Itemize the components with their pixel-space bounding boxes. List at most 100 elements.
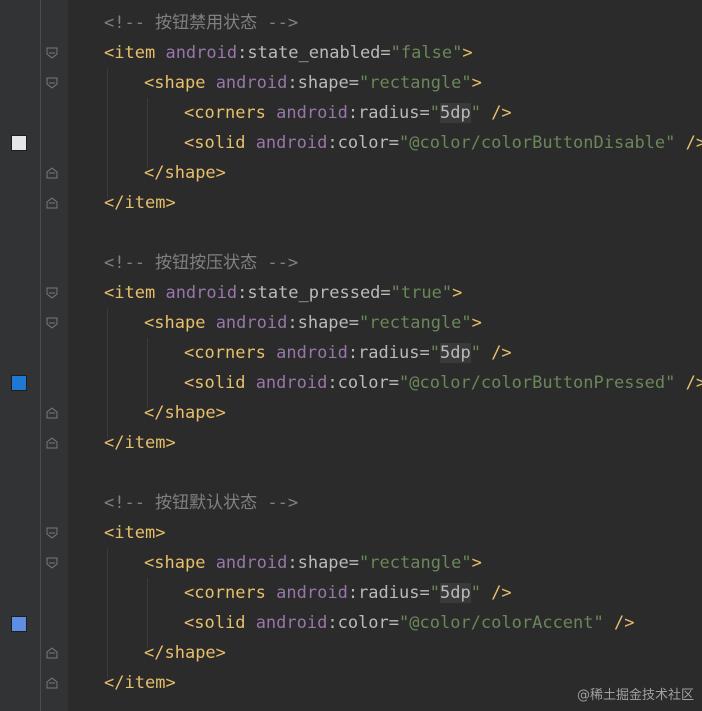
token-quote: " [441, 283, 453, 303]
code-line-corners: <corners android:radius="5dp" /> [184, 98, 512, 128]
token-equals: = [348, 73, 360, 93]
token-tag: shape [154, 313, 206, 333]
token-bracket: > [215, 643, 226, 663]
token-bracket: < [184, 613, 195, 633]
fold-open-icon[interactable] [46, 527, 58, 539]
token-namespace: android [255, 613, 328, 633]
token-tag: item [124, 673, 166, 693]
token-bracket: > [165, 193, 176, 213]
token-colon: : [327, 613, 338, 633]
token-attr: color [337, 613, 389, 633]
token-colon: : [327, 133, 338, 153]
token-colon: : [287, 73, 298, 93]
token-bracket: < [184, 103, 195, 123]
color-swatch-pressed[interactable] [11, 375, 27, 391]
token-end-open: </ [104, 433, 125, 453]
fold-close-icon[interactable] [46, 407, 58, 419]
token-namespace: android [255, 373, 328, 393]
token-tag: corners [194, 103, 266, 123]
color-swatch-disable[interactable] [11, 135, 27, 151]
token-tag: solid [194, 133, 246, 153]
token-namespace: android [276, 343, 348, 363]
token-attr: shape [297, 553, 349, 573]
code-line-shape-open: <shape android:shape="rectangle"> [144, 68, 482, 98]
fold-close-icon[interactable] [46, 167, 58, 179]
fold-open-icon[interactable] [46, 47, 58, 59]
code-line-shape-close: </shape> [144, 638, 226, 668]
token-quote: " [390, 283, 401, 303]
token-equals: = [419, 103, 430, 123]
token-value: rectangle [369, 73, 462, 93]
token-attr: shape [297, 73, 349, 93]
token-equals: = [419, 343, 430, 363]
token-colon: : [347, 343, 359, 363]
token-value: @color/colorButtonDisable [409, 133, 666, 153]
token-equals: = [380, 283, 391, 303]
token-value: rectangle [369, 313, 462, 333]
token-value: 5dp [439, 343, 471, 363]
token-bracket: > [471, 553, 482, 573]
fold-open-icon[interactable] [46, 287, 58, 299]
token-quote: " [390, 43, 401, 63]
token-bracket: < [184, 373, 195, 393]
token-bracket: < [144, 73, 155, 93]
token-quote: " [470, 583, 481, 603]
token-quote: " [461, 313, 472, 333]
fold-close-icon[interactable] [46, 437, 58, 449]
token-end-open: </ [104, 673, 125, 693]
token-quote: " [359, 73, 370, 93]
token-bracket: > [215, 163, 226, 183]
code-line-shape-close: </shape> [144, 398, 226, 428]
fold-open-icon[interactable] [46, 77, 58, 89]
fold-open-icon[interactable] [46, 317, 58, 329]
token-quote: " [470, 103, 481, 123]
token-attr: color [337, 373, 389, 393]
token-equals: = [388, 133, 400, 153]
token-bracket: < [184, 583, 195, 603]
token-quote: " [452, 43, 463, 63]
token-bracket: < [184, 343, 195, 363]
token-value: 5dp [439, 103, 471, 123]
code-line-corners: <corners android:radius="5dp" /> [184, 338, 512, 368]
token-tag: item [114, 43, 156, 63]
token-quote: " [665, 133, 676, 153]
fold-close-icon[interactable] [46, 677, 58, 689]
code-line-item-close: </item> [104, 188, 176, 218]
indent-guide [107, 68, 108, 198]
token-tag: shape [164, 643, 216, 663]
token-namespace: android [276, 583, 348, 603]
token-self-close: /> [685, 133, 702, 153]
gutter-divider [40, 0, 41, 711]
code-editor[interactable]: <!-- 按钮禁用状态 --> <item android:state_enab… [0, 0, 702, 711]
token-bracket: < [104, 523, 115, 543]
token-attr: radius [358, 583, 420, 603]
color-swatch-accent[interactable] [11, 616, 27, 632]
token-tag: solid [194, 613, 246, 633]
fold-close-icon[interactable] [46, 197, 58, 209]
token-bracket: < [104, 43, 115, 63]
token-tag: shape [154, 73, 206, 93]
token-value: @color/colorAccent [409, 613, 594, 633]
token-bracket: > [471, 73, 482, 93]
token-tag: corners [194, 583, 266, 603]
token-bracket: > [462, 43, 473, 63]
token-tag: shape [164, 403, 216, 423]
token-bracket: < [144, 553, 155, 573]
token-quote: " [461, 553, 472, 573]
code-comment-pressed: <!-- 按钮按压状态 --> [104, 253, 299, 273]
token-namespace: android [215, 553, 288, 573]
token-attr: color [337, 133, 389, 153]
token-colon: : [287, 553, 298, 573]
token-bracket: < [104, 283, 115, 303]
token-attr: shape [297, 313, 349, 333]
code-line-item-default: <item> [104, 518, 165, 548]
code-comment-disabled: <!-- 按钮禁用状态 --> [104, 13, 299, 33]
fold-open-icon[interactable] [46, 557, 58, 569]
token-equals: = [348, 313, 360, 333]
token-bracket: < [184, 133, 195, 153]
code-area[interactable]: <!-- 按钮禁用状态 --> <item android:state_enab… [68, 0, 702, 711]
token-tag: corners [194, 343, 266, 363]
code-line-item-close: </item> [104, 428, 176, 458]
fold-close-icon[interactable] [46, 647, 58, 659]
indent-guide [107, 548, 108, 678]
